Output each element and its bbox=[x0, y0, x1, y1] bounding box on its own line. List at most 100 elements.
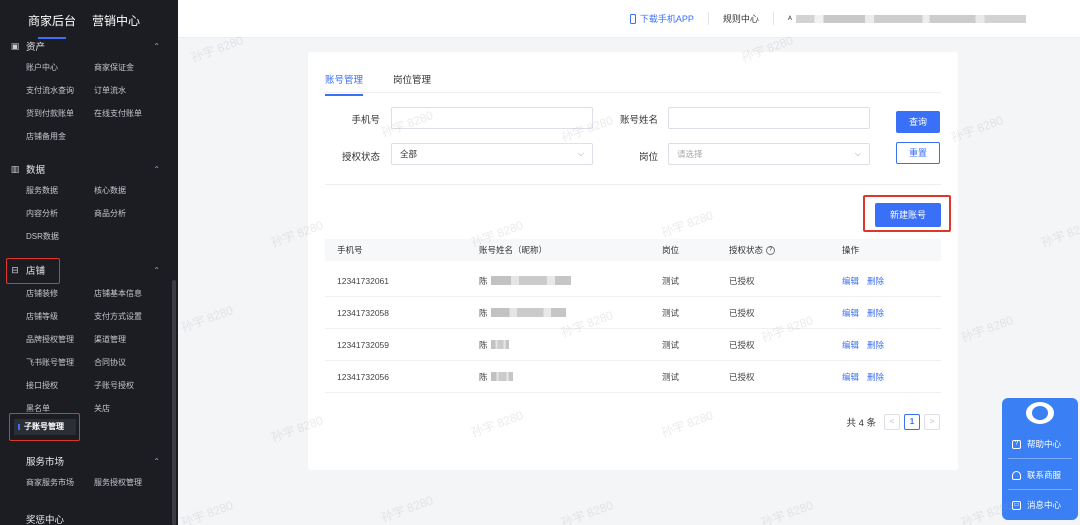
rules-center-link[interactable]: 规则中心 bbox=[709, 12, 774, 25]
prev-page-button[interactable]: < bbox=[884, 414, 900, 430]
sidebar-section-header[interactable]: ▣ 资产 ⌃ bbox=[0, 36, 178, 56]
sidebar-item[interactable]: 在线支付账单 bbox=[94, 102, 174, 125]
message-center-button[interactable]: ▭ 消息中心 bbox=[1012, 499, 1061, 511]
sidebar-item[interactable]: 飞书账号管理 bbox=[26, 351, 94, 374]
sidebar-section-reward: 奖惩中心 bbox=[0, 509, 178, 525]
messages-label: 消息中心 bbox=[1027, 500, 1062, 510]
sidebar-item[interactable]: 渠道管理 bbox=[94, 328, 174, 351]
delete-link[interactable]: 删除 bbox=[867, 371, 884, 383]
table-row: 12341732061 陈 测试 已授权 编辑 删除 bbox=[325, 265, 941, 297]
wallet-icon: ▣ bbox=[10, 41, 20, 51]
name-text: 陈 bbox=[479, 371, 488, 382]
cell-actions: 编辑 删除 bbox=[842, 329, 892, 360]
sidebar-item[interactable]: 接口授权 bbox=[26, 374, 94, 397]
name-text: 陈 bbox=[479, 307, 488, 318]
sidebar-item[interactable]: 支付方式设置 bbox=[94, 305, 174, 328]
cell-position: 测试 bbox=[662, 371, 680, 382]
contact-service-button[interactable]: 联系商服 bbox=[1012, 469, 1061, 481]
help-icon: ? bbox=[1012, 439, 1021, 449]
delete-link[interactable]: 删除 bbox=[867, 339, 884, 351]
cell-actions: 编辑 删除 bbox=[842, 265, 892, 296]
sidebar-item[interactable]: DSR数据 bbox=[26, 225, 94, 248]
cell-actions: 编辑 删除 bbox=[842, 297, 892, 328]
sidebar-section-header[interactable]: ▥ 数据 ⌃ bbox=[0, 159, 178, 179]
edit-link[interactable]: 编辑 bbox=[842, 339, 859, 351]
delete-link[interactable]: 删除 bbox=[867, 275, 884, 287]
sidebar-item[interactable]: 品牌授权管理 bbox=[26, 328, 94, 351]
cell-position: 测试 bbox=[662, 307, 680, 318]
sidebar-item[interactable]: 子账号授权 bbox=[94, 374, 174, 397]
edit-link[interactable]: 编辑 bbox=[842, 307, 859, 319]
col-header-position: 岗位 bbox=[662, 245, 680, 255]
sidebar-section-header[interactable]: 服务市场 ⌃ bbox=[0, 451, 178, 471]
table-row: 12341732059 陈 测试 已授权 编辑 删除 bbox=[325, 329, 941, 361]
page-button-current[interactable]: 1 bbox=[904, 414, 920, 430]
section-title: 资产 bbox=[26, 42, 46, 53]
sidebar-item[interactable]: 店铺备用金 bbox=[26, 125, 94, 148]
phone-input[interactable] bbox=[391, 107, 593, 129]
sidebar-item[interactable]: 账户中心 bbox=[26, 56, 94, 79]
delete-link[interactable]: 删除 bbox=[867, 307, 884, 319]
sidebar-section-asset: ▣ 资产 ⌃ 账户中心 商家保证金 支付流水查询 订单流水 货到付款账单 在线支… bbox=[0, 36, 178, 148]
table-header: 手机号 账号姓名（昵称） 岗位 授权状态 ? 操作 bbox=[325, 239, 941, 261]
sidebar-item[interactable]: 订单流水 bbox=[94, 79, 174, 102]
reset-button[interactable]: 重置 bbox=[896, 142, 940, 164]
sidebar-item[interactable]: 店铺装修 bbox=[26, 282, 94, 305]
section-title: 奖惩中心 bbox=[26, 515, 65, 525]
cell-position: 测试 bbox=[662, 339, 680, 350]
bar-chart-icon: ▥ bbox=[10, 164, 20, 174]
chevron-up-icon: ⌃ bbox=[153, 164, 160, 174]
cell-phone: 12341732056 bbox=[337, 371, 390, 382]
download-app-link[interactable]: 下载手机APP bbox=[616, 12, 709, 25]
sidebar-item[interactable]: 商品分析 bbox=[94, 202, 174, 225]
panel-divider bbox=[1008, 489, 1072, 490]
watermark: 孙宇 8280 bbox=[179, 303, 235, 335]
sidebar-item[interactable]: 货到付款账单 bbox=[26, 102, 94, 125]
name-blurred bbox=[490, 308, 566, 317]
next-page-button[interactable]: > bbox=[924, 414, 940, 430]
position-select[interactable]: 请选择 ⌵ bbox=[668, 143, 870, 165]
sidebar-section-header[interactable]: 奖惩中心 bbox=[0, 509, 178, 525]
section-title: 数据 bbox=[26, 165, 46, 176]
sidebar-item[interactable]: 商家保证金 bbox=[94, 56, 174, 79]
filter-divider bbox=[325, 184, 941, 185]
top-header: 下载手机APP 规则中心 ᴬ bbox=[178, 0, 1080, 38]
edit-link[interactable]: 编辑 bbox=[842, 371, 859, 383]
auth-status-select[interactable]: 全部 ⌵ bbox=[391, 143, 593, 165]
user-icon: ᴬ bbox=[787, 13, 792, 24]
sidebar-item[interactable]: 内容分析 bbox=[26, 202, 94, 225]
sidebar-item[interactable]: 核心数据 bbox=[94, 179, 174, 202]
tab-marketing-center[interactable]: 营销中心 bbox=[92, 12, 140, 29]
watermark: 孙宇 8280 bbox=[1039, 218, 1080, 250]
query-button[interactable]: 查询 bbox=[896, 111, 940, 133]
auth-status-label: 授权状态 bbox=[341, 152, 380, 163]
sidebar-item[interactable]: 支付流水查询 bbox=[26, 79, 94, 102]
account-name-input[interactable] bbox=[668, 107, 870, 129]
tab-merchant-backend[interactable]: 商家后台 bbox=[28, 12, 76, 39]
sidebar-item[interactable]: 服务数据 bbox=[26, 179, 94, 202]
edit-link[interactable]: 编辑 bbox=[842, 275, 859, 287]
col-header-auth-status: 授权状态 ? bbox=[729, 239, 776, 261]
sidebar-item[interactable]: 关店 bbox=[94, 397, 174, 420]
sidebar-section-store: ⊟ 店铺 ⌃ 店铺装修 店铺基本信息 店铺等级 支付方式设置 品牌授权管理 渠道… bbox=[0, 260, 178, 420]
sidebar-item[interactable]: 商家服务市场 bbox=[26, 471, 94, 494]
table-row: 12341732058 陈 测试 已授权 编辑 删除 bbox=[325, 297, 941, 329]
sidebar-item[interactable]: 合同协议 bbox=[94, 351, 174, 374]
headset-icon bbox=[1012, 470, 1021, 480]
pagination: 共 4 条 < 1 > bbox=[846, 414, 940, 430]
help-center-button[interactable]: ? 帮助中心 bbox=[1012, 438, 1061, 450]
help-circle-icon[interactable]: ? bbox=[766, 245, 776, 255]
highlight-box-store bbox=[6, 258, 60, 284]
sidebar-item[interactable]: 店铺等级 bbox=[26, 305, 94, 328]
chevron-down-icon: ⌵ bbox=[854, 149, 861, 158]
chevron-up-icon: ⌃ bbox=[153, 41, 160, 51]
col-header-phone: 手机号 bbox=[337, 245, 363, 255]
sidebar-scrollbar[interactable] bbox=[172, 280, 176, 525]
sidebar-item[interactable]: 服务授权管理 bbox=[94, 471, 174, 494]
col-header-account-name: 账号姓名（昵称） bbox=[479, 245, 548, 255]
customer-service-avatar-icon[interactable] bbox=[1026, 402, 1054, 424]
user-info[interactable]: ᴬ bbox=[774, 14, 1040, 24]
sidebar-item[interactable]: 店铺基本信息 bbox=[94, 282, 174, 305]
highlight-box-new-account bbox=[863, 195, 951, 232]
watermark: 孙宇 8280 bbox=[379, 493, 435, 525]
